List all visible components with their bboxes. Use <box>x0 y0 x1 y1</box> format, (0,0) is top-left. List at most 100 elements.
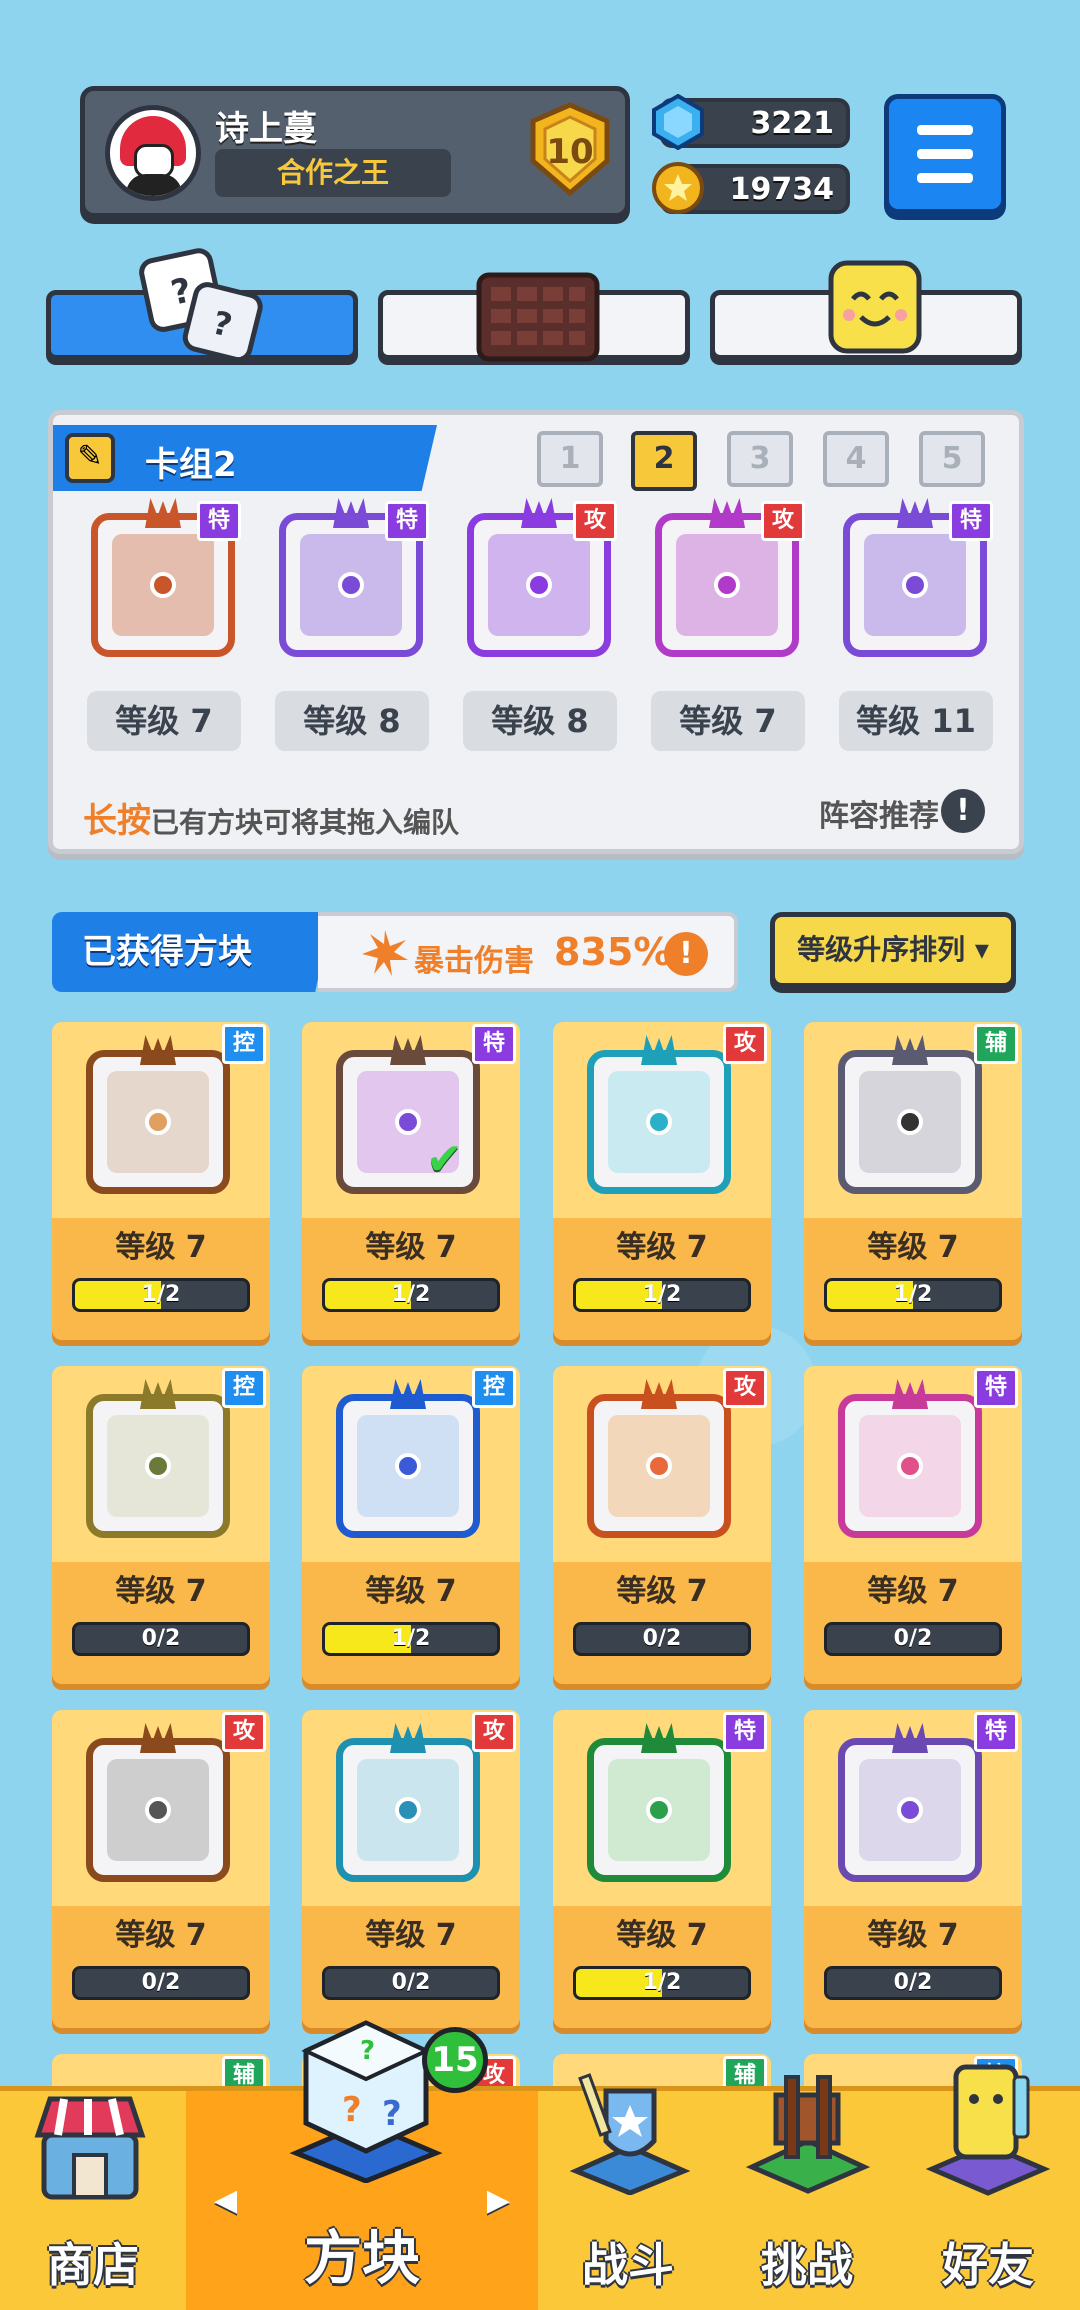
deck-name: 卡组2 <box>145 445 237 485</box>
upgrade-progress-bar: 1/2 <box>72 1278 250 1312</box>
deck-card-level: 等级 7 <box>651 691 805 751</box>
owned-block-card[interactable]: ✔ 特等级 7 1/2 <box>302 1022 520 1340</box>
gem-icon <box>650 93 706 151</box>
owned-block-card[interactable]: 控等级 7 1/2 <box>302 1366 520 1684</box>
upgrade-progress-text: 0/2 <box>391 1970 431 1995</box>
nav-battle[interactable]: 战斗 <box>538 2073 718 2310</box>
block-level: 等级 7 <box>115 1918 207 1953</box>
deck-block-card[interactable]: 特 <box>835 498 995 663</box>
block-level: 等级 7 <box>616 1230 708 1265</box>
block-level: 等级 7 <box>867 1918 959 1953</box>
block-level: 等级 7 <box>867 1230 959 1265</box>
board-icon <box>475 271 601 367</box>
block-type-tag: 攻 <box>723 1368 767 1408</box>
owned-block-card[interactable]: 特等级 7 0/2 <box>804 1366 1022 1684</box>
nav-friends[interactable]: 好友 <box>896 2064 1080 2310</box>
block-icon <box>838 1035 982 1194</box>
bottom-nav: 商店 ? ? ? 15 ◀ ▶ 方块 战斗 挑战 好友 <box>0 2020 1080 2310</box>
player-name: 诗上蔓 <box>215 109 317 149</box>
upgrade-progress-text: 1/2 <box>141 1282 181 1307</box>
deck-block-card[interactable]: 攻 <box>647 498 807 663</box>
upgrade-progress-text: 0/2 <box>642 1626 682 1651</box>
nav-challenge[interactable]: 挑战 <box>718 2075 896 2310</box>
block-type-tag: 辅 <box>974 1024 1018 1064</box>
upgrade-progress-text: 0/2 <box>893 1626 933 1651</box>
deck-slot-1[interactable]: 1 <box>537 431 603 487</box>
block-type-tag: 特 <box>974 1368 1018 1408</box>
owned-block-card[interactable]: 攻等级 7 0/2 <box>52 1710 270 2028</box>
upgrade-progress-text: 0/2 <box>141 1626 181 1651</box>
block-icon <box>587 1723 731 1882</box>
block-level: 等级 7 <box>115 1230 207 1265</box>
owned-block-card[interactable]: 攻等级 7 0/2 <box>553 1366 771 1684</box>
owned-block-card[interactable]: 特等级 7 1/2 <box>553 1710 771 2028</box>
nav-label: 好友 <box>942 2238 1034 2292</box>
deck-slot-2[interactable]: 2 <box>631 431 697 491</box>
owned-block-card[interactable]: 控等级 7 1/2 <box>52 1022 270 1340</box>
player-title: 合作之王 <box>215 149 451 197</box>
shop-icon <box>30 2085 150 2209</box>
upgrade-progress-text: 1/2 <box>391 1282 431 1307</box>
friends-icon <box>925 2057 1051 2201</box>
block-icon <box>86 1723 230 1882</box>
upgrade-progress-text: 0/2 <box>141 1970 181 1995</box>
coin-icon <box>650 160 706 216</box>
info-icon[interactable]: ! <box>941 789 985 833</box>
coin-counter[interactable]: 19734 <box>652 162 850 214</box>
upgrade-progress-text: 1/2 <box>391 1626 431 1651</box>
upgrade-progress-text: 1/2 <box>642 1970 682 1995</box>
sort-button[interactable]: 等级升序排列 ▾ <box>770 912 1016 988</box>
deck-block-card[interactable]: 特 <box>271 498 431 663</box>
nav-blocks[interactable]: ? ? ? 15 ◀ ▶ 方块 <box>186 2020 538 2310</box>
upgrade-progress-text: 0/2 <box>893 1970 933 1995</box>
menu-button[interactable] <box>884 94 1006 214</box>
crit-burst-icon <box>362 930 408 976</box>
block-type-tag: 攻 <box>723 1024 767 1064</box>
deck-card-level: 等级 8 <box>463 691 617 751</box>
block-type-tag: 特 <box>974 1712 1018 1752</box>
tab-dice[interactable]: ? ? <box>46 248 358 363</box>
deck-slot-3[interactable]: 3 <box>727 431 793 487</box>
upgrade-progress-bar: 0/2 <box>573 1622 751 1656</box>
lineup-recommend-link[interactable]: 阵容推荐 <box>819 791 939 835</box>
owned-block-card[interactable]: 控等级 7 0/2 <box>52 1366 270 1684</box>
crit-label: 暴击伤害 <box>414 944 534 979</box>
block-icon <box>86 1379 230 1538</box>
deck-slot-5[interactable]: 5 <box>919 431 985 487</box>
owned-block-card[interactable]: 辅等级 7 1/2 <box>804 1022 1022 1340</box>
dice-box-icon: ? ? ? <box>286 2013 446 2187</box>
deck-block-card[interactable]: 特 <box>83 498 243 663</box>
block-level: 等级 7 <box>867 1574 959 1609</box>
block-level: 等级 7 <box>365 1230 457 1265</box>
tab-board[interactable] <box>378 272 690 362</box>
challenge-icon <box>745 2065 871 2199</box>
gem-counter[interactable]: 3221 <box>652 93 850 151</box>
deck-block-card[interactable]: 攻 <box>459 498 619 663</box>
block-icon <box>587 1035 731 1194</box>
avatar <box>105 105 201 201</box>
owned-blocks-label: 已获得方块 <box>52 912 332 992</box>
player-profile-card[interactable]: 诗上蔓 合作之王 10 <box>80 86 630 218</box>
deck-panel: ✎ 卡组2 1 2 3 4 5 特 特 攻 攻 特 等级 7 等级 8 等级 8 等级 … <box>48 410 1024 854</box>
upgrade-progress-bar: 0/2 <box>824 1966 1002 2000</box>
crit-value: 835% <box>554 930 672 974</box>
block-icon <box>838 1379 982 1538</box>
edit-pencil-icon[interactable]: ✎ <box>65 433 115 483</box>
upgrade-progress-text: 1/2 <box>893 1282 933 1307</box>
hint-highlight: 长按 <box>83 801 151 841</box>
crit-info-icon[interactable]: ! <box>664 932 708 976</box>
block-type-tag: 攻 <box>761 501 805 541</box>
deck-name-label[interactable]: ✎ 卡组2 <box>53 425 437 491</box>
hint-text: 已有方块可将其拖入编队 <box>151 806 460 839</box>
owned-block-card[interactable]: 特等级 7 0/2 <box>804 1710 1022 2028</box>
deck-card-level: 等级 8 <box>275 691 429 751</box>
upgrade-progress-bar: 0/2 <box>824 1622 1002 1656</box>
owned-block-card[interactable]: 攻等级 7 1/2 <box>553 1022 771 1340</box>
block-icon <box>86 1035 230 1194</box>
block-type-tag: 控 <box>222 1024 266 1064</box>
owned-block-card[interactable]: 攻等级 7 0/2 <box>302 1710 520 2028</box>
tab-emote[interactable] <box>710 260 1022 360</box>
deck-slot-4[interactable]: 4 <box>823 431 889 487</box>
nav-shop[interactable]: 商店 <box>0 2091 186 2310</box>
block-icon <box>838 1723 982 1882</box>
